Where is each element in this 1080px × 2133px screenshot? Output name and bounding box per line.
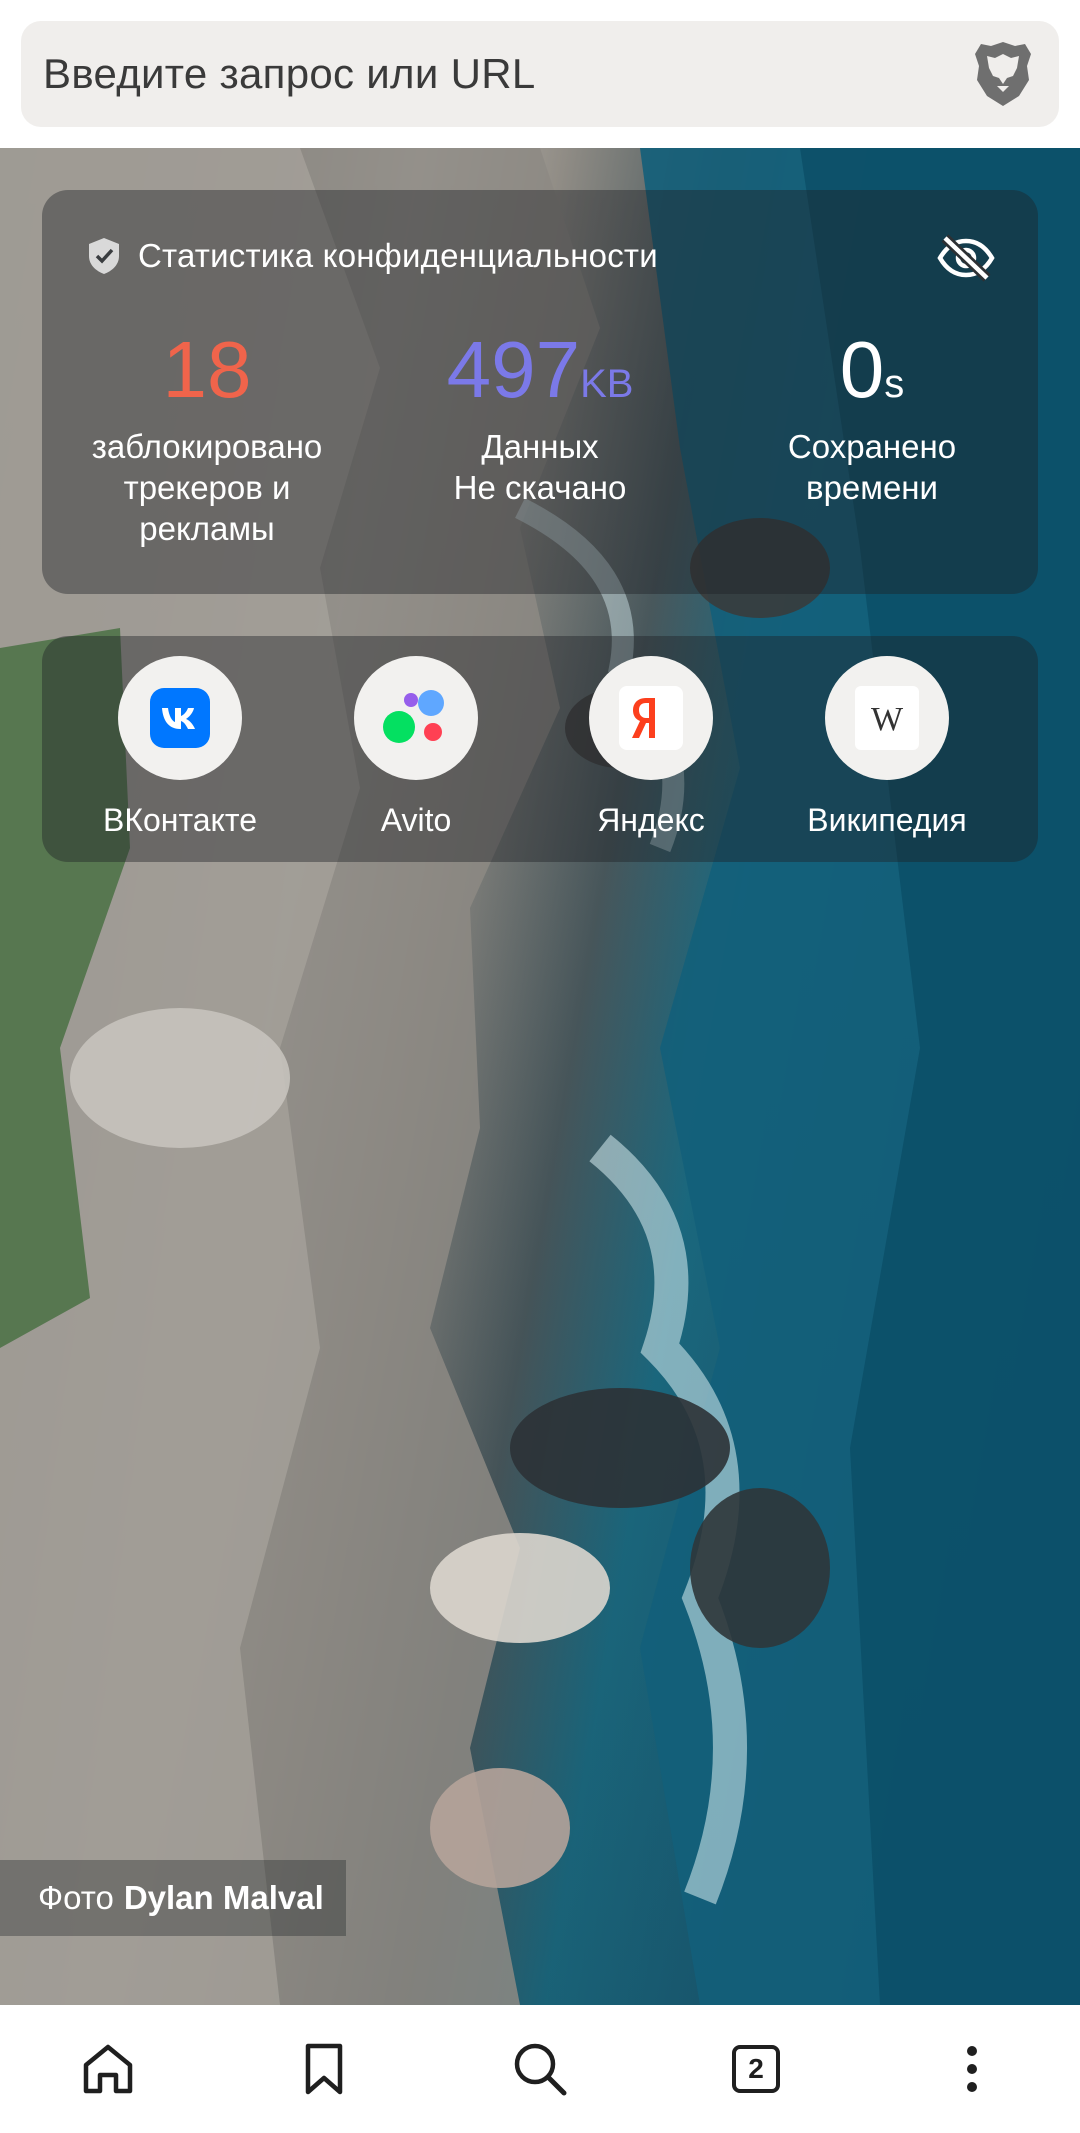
- favorite-avito-label: Avito: [380, 802, 452, 838]
- privacy-stats-title: Статистика конфиденциальности: [138, 237, 658, 274]
- privacy-stats-card: Статистика конфиденциальности 18 заблоки…: [42, 190, 1038, 594]
- favorite-vk-label: ВКонтакте: [103, 802, 257, 838]
- bookmarks-button[interactable]: [269, 2014, 379, 2124]
- favorites-card: ВКонтакте Avito Яндекс W Википедия: [42, 636, 1038, 862]
- url-input[interactable]: Введите запрос или URL: [43, 50, 971, 98]
- home-icon: [83, 2044, 133, 2094]
- favorite-wikipedia[interactable]: W Википедия: [769, 656, 1005, 839]
- bottom-toolbar: 2: [0, 2005, 1080, 2133]
- data-saved-unit: KB: [580, 362, 634, 406]
- stat-trackers-value: 18: [42, 328, 372, 412]
- favorite-avito-circle[interactable]: [354, 656, 478, 780]
- data-saved-amount: 497: [446, 325, 581, 414]
- top-toolbar: Введите запрос или URL: [0, 0, 1080, 148]
- favorite-vk-circle[interactable]: [118, 656, 242, 780]
- favorite-yandex-circle[interactable]: [589, 656, 713, 780]
- favorite-wikipedia-label: Википедия: [807, 802, 967, 838]
- privacy-stats-header: Статистика конфиденциальности: [86, 236, 658, 276]
- vk-icon: [150, 688, 210, 748]
- stat-time-label: Сохранено времени: [787, 428, 957, 506]
- favorite-yandex-label: Яндекс: [597, 802, 705, 838]
- stat-trackers-blocked: 18 заблокировано трекеров и рекламы: [42, 328, 372, 549]
- brave-lion-icon: [975, 42, 1031, 106]
- wikipedia-icon: W: [855, 686, 919, 750]
- avito-icon: [383, 690, 444, 743]
- shield-check-icon: [89, 238, 119, 274]
- search-button[interactable]: [485, 2014, 595, 2124]
- menu-button[interactable]: [917, 2014, 1027, 2124]
- svg-text:W: W: [871, 701, 904, 738]
- stat-time-value: 0s: [707, 328, 1037, 412]
- favorite-yandex[interactable]: Яндекс: [533, 656, 769, 839]
- bookmark-icon: [305, 2043, 343, 2095]
- home-button[interactable]: [53, 2014, 163, 2124]
- yandex-icon: [619, 686, 683, 750]
- search-icon: [514, 2043, 567, 2096]
- stat-trackers-label: заблокировано трекеров и рекламы: [91, 428, 323, 547]
- stat-time-saved: 0s Сохранено времени: [707, 328, 1037, 508]
- stat-data-label: Данных Не скачано: [453, 428, 627, 506]
- tabs-button[interactable]: 2: [701, 2014, 811, 2124]
- more-vertical-icon: [967, 2046, 977, 2092]
- brave-shields-button[interactable]: [971, 39, 1035, 109]
- browser-new-tab-page: Введите запрос или URL Статистика конфид…: [0, 0, 1080, 2133]
- favorite-wikipedia-circle[interactable]: W: [825, 656, 949, 780]
- tabs-count-badge: 2: [732, 2045, 780, 2093]
- photo-credit-author: Dylan Malval: [123, 1879, 324, 1916]
- stat-data-value: 497KB: [375, 328, 705, 412]
- url-bar[interactable]: Введите запрос или URL: [21, 21, 1059, 127]
- time-saved-unit: s: [884, 362, 905, 406]
- hide-stats-button[interactable]: [934, 230, 998, 286]
- time-saved-amount: 0: [839, 325, 885, 414]
- photo-credit-prefix: Фото: [38, 1879, 114, 1916]
- stat-data-saved: 497KB Данных Не скачано: [375, 328, 705, 508]
- favorite-vk[interactable]: ВКонтакте: [62, 656, 298, 839]
- photo-credit[interactable]: Фото Dylan Malval: [0, 1860, 346, 1936]
- favorite-avito[interactable]: Avito: [298, 656, 534, 839]
- trackers-count: 18: [162, 325, 252, 414]
- eye-off-icon: [937, 234, 995, 282]
